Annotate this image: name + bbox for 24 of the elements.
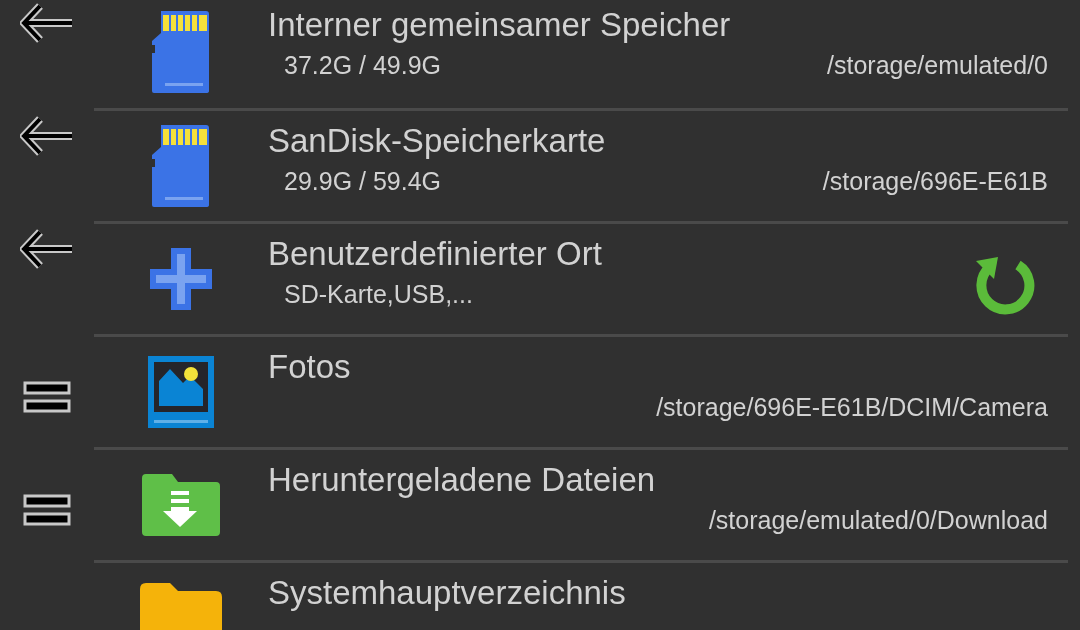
- folder-icon: [140, 583, 222, 630]
- left-arrow-icon[interactable]: [20, 229, 74, 269]
- storage-path: /storage/696E-E61B: [822, 166, 1048, 197]
- location-title: Benutzerdefinierter Ort: [268, 234, 602, 274]
- location-title: Systemhauptverzeichnis: [268, 573, 626, 613]
- download-folder-icon: [142, 474, 220, 536]
- location-title: Interner gemeinsamer Speicher: [268, 5, 731, 45]
- sd-card-icon: [151, 123, 211, 209]
- drag-handle-icon[interactable]: [23, 494, 71, 526]
- left-arrow-icon[interactable]: [20, 3, 74, 43]
- storage-usage: SD-Karte,USB,...: [284, 279, 473, 310]
- storage-path: /storage/696E-E61B/DCIM/Camera: [656, 392, 1048, 423]
- photo-icon: [148, 356, 214, 428]
- location-title: Heruntergeladene Dateien: [268, 460, 656, 500]
- storage-usage: 29.9G / 59.4G: [284, 166, 442, 197]
- sd-card-icon: [151, 8, 211, 95]
- location-title: Fotos: [268, 347, 351, 387]
- storage-usage: 37.2G / 49.9G: [284, 50, 442, 81]
- storage-path: /storage/emulated/0: [827, 50, 1048, 81]
- plus-icon: [149, 247, 213, 311]
- left-arrow-icon[interactable]: [20, 116, 74, 156]
- drag-handle-icon[interactable]: [23, 381, 71, 413]
- location-title: SanDisk-Speicherkarte: [268, 121, 606, 161]
- storage-path: /storage/emulated/0/Download: [708, 505, 1048, 536]
